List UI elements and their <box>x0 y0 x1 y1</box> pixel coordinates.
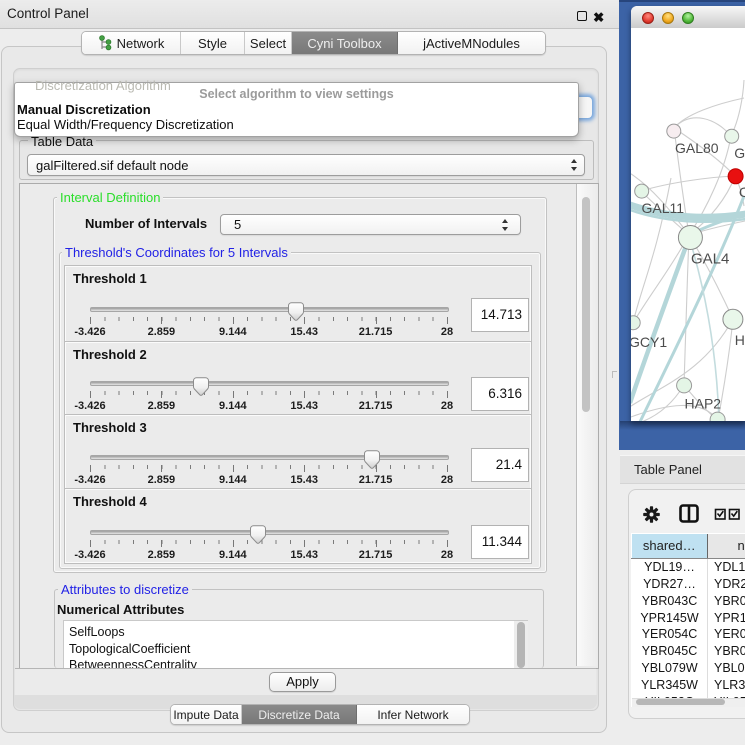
svg-text:GAL80: GAL80 <box>675 140 719 156</box>
svg-text:GCY1: GCY1 <box>631 334 667 350</box>
svg-text:H: H <box>735 332 745 348</box>
svg-text:HAP2: HAP2 <box>685 396 722 412</box>
svg-text:GAL11: GAL11 <box>642 200 685 216</box>
svg-text:GA: GA <box>734 145 745 161</box>
svg-text:GAL4: GAL4 <box>691 251 729 268</box>
svg-text:C: C <box>739 184 745 200</box>
